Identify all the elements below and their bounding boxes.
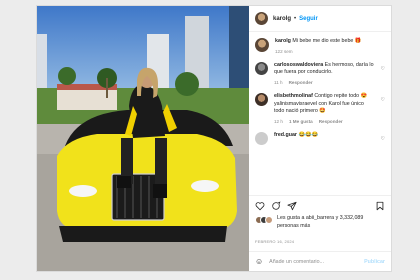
caption-username[interactable]: karolg bbox=[275, 38, 291, 44]
instagram-post-card: karolg • Seguir karolg Mi bebe me dio es… bbox=[36, 5, 392, 272]
post-header: karolg • Seguir bbox=[249, 6, 391, 32]
comment-item: carlososwaldoviera Es hermoso, daría lo … bbox=[255, 61, 385, 85]
avatar[interactable] bbox=[255, 12, 268, 25]
emoji-icon[interactable]: ☺ bbox=[255, 257, 263, 266]
heart-icon[interactable] bbox=[255, 201, 265, 211]
comment-username[interactable]: fred.guar bbox=[274, 132, 297, 138]
caption-text: Mi bebe me dio este bebe 🎁 bbox=[292, 38, 362, 44]
comment-item: fred.guar 😂😂😂 ♡ bbox=[255, 132, 385, 146]
car-photo-illustration bbox=[37, 6, 249, 271]
follow-button[interactable]: Seguir bbox=[299, 16, 318, 22]
add-comment-bar: ☺ Añade un comentario... Publicar bbox=[249, 251, 391, 271]
post-sidebar: karolg • Seguir karolg Mi bebe me dio es… bbox=[249, 6, 391, 271]
avatar[interactable] bbox=[255, 61, 268, 75]
comment-item: elisbethmolinaf Contigo repite todo 😍yal… bbox=[255, 93, 385, 124]
comment-icon[interactable] bbox=[271, 201, 281, 211]
comment-input[interactable]: Añade un comentario... bbox=[269, 259, 364, 265]
like-comment-heart-icon[interactable]: ♡ bbox=[381, 66, 385, 72]
post-photo[interactable] bbox=[37, 6, 249, 271]
comment-likes[interactable]: 1 Me gusta bbox=[289, 119, 313, 124]
bookmark-icon[interactable] bbox=[375, 201, 385, 211]
comments-list: karolg Mi bebe me dio este bebe 🎁 122 se… bbox=[249, 32, 391, 195]
action-bar bbox=[249, 195, 391, 215]
post-date: FEBRERO 16, 2024 bbox=[255, 239, 295, 244]
comment-time[interactable]: 11 h bbox=[274, 80, 283, 85]
avatar[interactable] bbox=[255, 132, 268, 146]
comment-time[interactable]: 12 h bbox=[274, 119, 283, 124]
comment-text: 😂😂😂 bbox=[298, 132, 319, 139]
likes-summary: Les gusta a abii_barrera y 3,332,089 per… bbox=[249, 215, 391, 239]
publish-button[interactable]: Publicar bbox=[364, 259, 385, 265]
comment-username[interactable]: elisbethmolinaf bbox=[274, 93, 313, 99]
caption: karolg Mi bebe me dio este bebe 🎁 122 se… bbox=[255, 38, 385, 54]
separator-dot: • bbox=[294, 15, 297, 22]
like-comment-heart-icon[interactable]: ♡ bbox=[381, 136, 385, 142]
likes-text[interactable]: Les gusta a abii_barrera y 3,332,089 per… bbox=[277, 215, 385, 231]
caption-time[interactable]: 122 sem bbox=[275, 49, 293, 54]
share-icon[interactable] bbox=[287, 201, 297, 211]
post-username[interactable]: karolg bbox=[273, 16, 291, 22]
avatar[interactable] bbox=[255, 38, 269, 52]
avatar[interactable] bbox=[255, 93, 268, 107]
reply-button[interactable]: Responder bbox=[289, 80, 313, 85]
reply-button[interactable]: Responder bbox=[319, 119, 343, 124]
like-comment-heart-icon[interactable]: ♡ bbox=[381, 97, 385, 103]
comment-username[interactable]: carlososwaldoviera bbox=[274, 62, 323, 68]
liker-avatars bbox=[255, 216, 273, 224]
